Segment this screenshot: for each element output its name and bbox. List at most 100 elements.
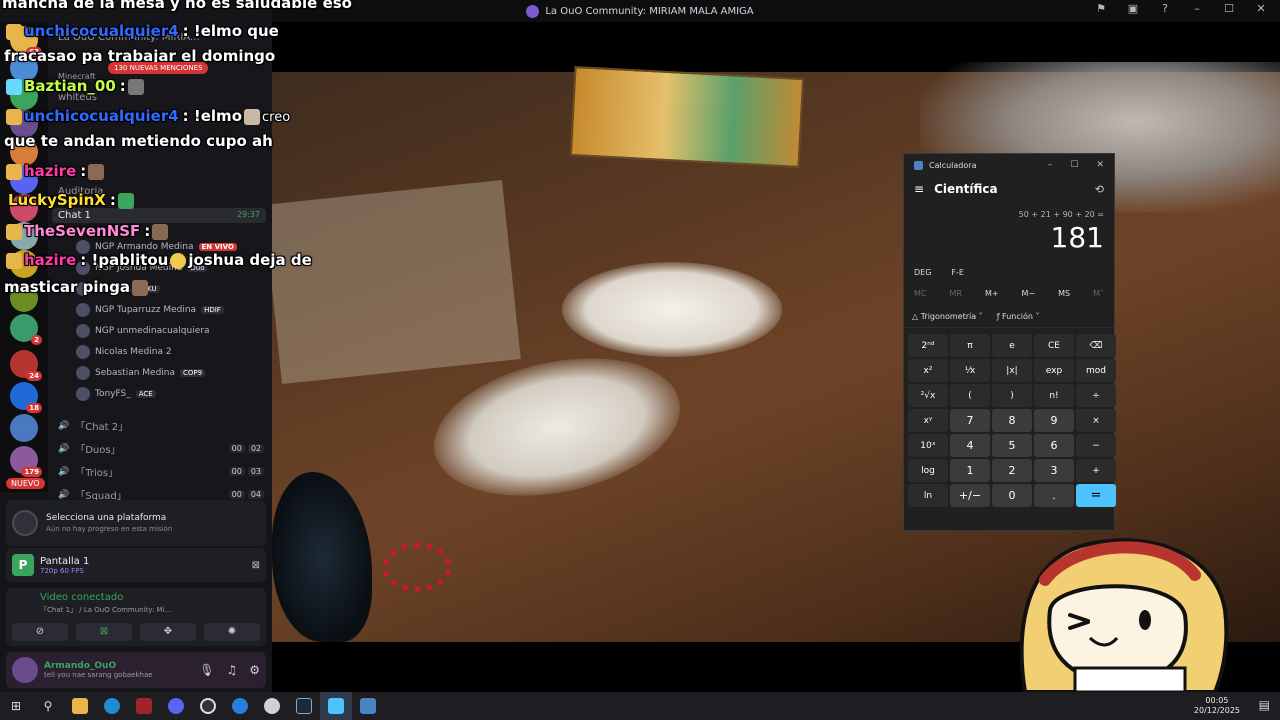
memory-button[interactable]: M− xyxy=(1022,289,1036,298)
calc-key[interactable]: 7 xyxy=(950,409,990,432)
calc-key[interactable]: 6 xyxy=(1034,434,1074,457)
calc-key[interactable]: 8 xyxy=(992,409,1032,432)
discord-icon[interactable] xyxy=(160,692,192,720)
microphone-icon[interactable]: 🎙 xyxy=(199,663,214,677)
start-button[interactable]: ⊞ xyxy=(0,692,32,720)
server-icon[interactable] xyxy=(10,414,38,442)
calc-key[interactable]: 3 xyxy=(1034,459,1074,482)
channel-whiteus[interactable]: whiteus xyxy=(58,92,97,103)
calc-key[interactable]: . xyxy=(1034,484,1074,507)
server-icon[interactable] xyxy=(10,194,38,222)
close-button[interactable]: ✕ xyxy=(1252,2,1270,15)
hamburger-menu-icon[interactable]: ≡ xyxy=(914,182,924,196)
calc-key[interactable]: exp xyxy=(1034,359,1074,382)
voice-user[interactable]: TonyFS_ ACE xyxy=(76,387,156,401)
app-icon[interactable] xyxy=(224,692,256,720)
calc-key[interactable]: +/− xyxy=(950,484,990,507)
calc-key[interactable]: 0 xyxy=(992,484,1032,507)
deg-button[interactable]: DEG xyxy=(914,268,931,277)
calc-key[interactable]: xʸ xyxy=(908,409,948,432)
memory-button[interactable]: MR xyxy=(949,289,961,298)
soundboard-button[interactable]: ✺ xyxy=(204,623,260,641)
quest-panel[interactable]: Selecciona una plataforma Aún no hay pro… xyxy=(6,500,266,546)
calc-key[interactable]: |x| xyxy=(992,359,1032,382)
server-icon[interactable] xyxy=(10,82,38,110)
app-icon[interactable] xyxy=(320,692,352,720)
voice-user[interactable]: NGP Tuparruzz Medina HDIF xyxy=(76,303,224,317)
server-icon[interactable] xyxy=(10,54,38,82)
calc-key[interactable]: ( xyxy=(950,384,990,407)
edge-browser-icon[interactable] xyxy=(96,692,128,720)
fe-button[interactable]: F-E xyxy=(951,268,964,277)
calc-key[interactable]: 9 xyxy=(1034,409,1074,432)
calc-key[interactable]: 4 xyxy=(950,434,990,457)
voice-user[interactable]: MEDINA MIKU xyxy=(76,282,160,296)
calc-key[interactable]: 10ˣ xyxy=(908,434,948,457)
screen-share-button[interactable]: ⊠ xyxy=(76,623,132,641)
help-icon[interactable]: ? xyxy=(1156,2,1174,15)
server-icon[interactable]: 24 xyxy=(10,350,42,381)
calc-key[interactable]: − xyxy=(1076,434,1116,457)
channel-chat-1[interactable]: Chat 1 29:37 xyxy=(52,208,266,223)
calc-key[interactable]: n! xyxy=(1034,384,1074,407)
calc-key[interactable]: 1 xyxy=(950,459,990,482)
avatar[interactable] xyxy=(12,657,38,683)
calc-key[interactable]: 2ⁿᵈ xyxy=(908,334,948,357)
calc-key[interactable]: ²√x xyxy=(908,384,948,407)
calc-key[interactable]: ⌫ xyxy=(1076,334,1116,357)
calc-key[interactable]: log xyxy=(908,459,948,482)
calc-key[interactable]: mod xyxy=(1076,359,1116,382)
screen-share-panel[interactable]: P Pantalla 1 720p 60 FPS ⊠ xyxy=(6,548,266,582)
server-icon[interactable] xyxy=(10,138,38,166)
calc-key[interactable]: ⅟x xyxy=(950,359,990,382)
category-minecraft[interactable]: Minecraft xyxy=(58,72,96,81)
calc-key[interactable]: 2 xyxy=(992,459,1032,482)
voice-user[interactable]: NGP Armando Medina EN VIVO xyxy=(76,240,237,254)
server-icon[interactable] xyxy=(10,110,38,138)
steam-icon[interactable] xyxy=(288,692,320,720)
voice-user[interactable]: NGP unmedinacualquiera xyxy=(76,324,209,338)
server-icon[interactable]: 18 xyxy=(10,382,42,413)
server-icon[interactable] xyxy=(10,284,38,312)
calc-key[interactable]: e xyxy=(992,334,1032,357)
memory-button[interactable]: M+ xyxy=(985,289,999,298)
calc-close-button[interactable]: ✕ xyxy=(1096,160,1104,170)
calc-key[interactable]: = xyxy=(1076,484,1116,507)
memory-button[interactable]: MC xyxy=(914,289,927,298)
server-icon[interactable] xyxy=(10,222,38,250)
calc-key[interactable]: ln xyxy=(908,484,948,507)
function-dropdown[interactable]: ƒ Función ˅ xyxy=(997,312,1040,321)
file-explorer-icon[interactable] xyxy=(64,692,96,720)
inbox-icon[interactable]: ⚑ xyxy=(1092,2,1110,15)
history-icon[interactable]: ⟲ xyxy=(1095,183,1104,196)
calc-key[interactable]: × xyxy=(1076,409,1116,432)
memory-button[interactable]: MS xyxy=(1058,289,1070,298)
search-icon[interactable]: ⚲ xyxy=(32,692,64,720)
calc-key[interactable]: + xyxy=(1076,459,1116,482)
clock[interactable]: 00:05 20/12/2025 xyxy=(1194,696,1240,716)
voice-channel[interactable]: 🔊 「Trios」 00 03 xyxy=(58,464,264,479)
server-icon[interactable] xyxy=(10,166,38,194)
server-icon[interactable]: 2 xyxy=(10,314,42,345)
minimize-button[interactable]: – xyxy=(1188,2,1206,15)
activities-button[interactable]: ✥ xyxy=(140,623,196,641)
app-icon[interactable] xyxy=(128,692,160,720)
calc-key[interactable]: 5 xyxy=(992,434,1032,457)
calc-minimize-button[interactable]: – xyxy=(1048,160,1053,170)
obs-icon[interactable] xyxy=(192,692,224,720)
headphones-icon[interactable]: ♫ xyxy=(226,663,237,677)
memory-button[interactable]: M˅ xyxy=(1093,289,1104,298)
stop-stream-icon[interactable]: ⊠ xyxy=(252,560,260,571)
server-icon[interactable]: 179 xyxy=(10,446,42,477)
calc-key[interactable]: π xyxy=(950,334,990,357)
channel-auditoria[interactable]: Auditoria xyxy=(58,186,103,197)
settings-gear-icon[interactable]: ⚙ xyxy=(249,663,260,677)
voice-channel[interactable]: 🔊 「Duos」 00 02 xyxy=(58,441,264,456)
server-title[interactable]: La OuO Community: MIRIA... xyxy=(58,32,200,43)
screen-icon[interactable]: ▣ xyxy=(1124,2,1142,15)
server-icon[interactable] xyxy=(10,250,38,278)
server-icon[interactable]: 63 xyxy=(10,26,42,57)
trigonometry-dropdown[interactable]: △ Trigonometría ˅ xyxy=(912,312,983,321)
calc-key[interactable]: ÷ xyxy=(1076,384,1116,407)
camera-off-button[interactable]: ⊘ xyxy=(12,623,68,641)
